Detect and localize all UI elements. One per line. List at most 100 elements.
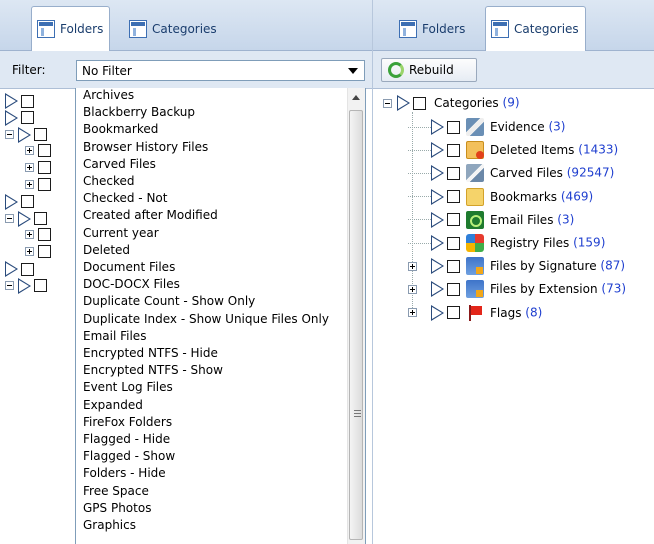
- dropdown-option[interactable]: Carved Files: [83, 157, 156, 172]
- tag-triangle-icon[interactable]: [431, 211, 444, 228]
- collapse-icon[interactable]: [5, 214, 14, 224]
- tag-triangle-icon[interactable]: [431, 188, 444, 205]
- checkbox[interactable]: [34, 279, 47, 293]
- tab-categories-left[interactable]: Categories: [123, 9, 224, 49]
- tag-triangle-icon[interactable]: [431, 142, 444, 159]
- tag-triangle-icon[interactable]: [5, 261, 18, 277]
- dropdown-option[interactable]: Blackberry Backup: [83, 105, 195, 120]
- checkbox[interactable]: [21, 94, 34, 108]
- tag-triangle-icon[interactable]: [18, 210, 31, 227]
- expand-icon[interactable]: [408, 261, 417, 271]
- checkbox[interactable]: [38, 228, 51, 242]
- checkbox[interactable]: [38, 245, 51, 259]
- checkbox[interactable]: [34, 212, 47, 226]
- checkbox[interactable]: [34, 128, 47, 142]
- category-row[interactable]: Evidence (3): [408, 118, 565, 138]
- checkbox[interactable]: [38, 161, 51, 175]
- category-row[interactable]: Bookmarks (469): [408, 187, 593, 208]
- dropdown-option[interactable]: Bookmarked: [83, 122, 158, 137]
- dropdown-option[interactable]: Flagged - Hide: [83, 432, 170, 447]
- tree-row[interactable]: [5, 160, 51, 178]
- dropdown-option[interactable]: Free Space: [83, 484, 149, 499]
- expand-icon[interactable]: [25, 146, 34, 156]
- dropdown-option[interactable]: Document Files: [83, 260, 175, 275]
- tab-categories-right[interactable]: Categories: [485, 6, 586, 51]
- dropdown-option[interactable]: Event Log Files: [83, 380, 173, 395]
- dropdown-option[interactable]: Expanded: [83, 398, 143, 413]
- tree-row[interactable]: [5, 227, 51, 245]
- checkbox[interactable]: [447, 143, 460, 157]
- category-row[interactable]: Flags (8): [408, 304, 542, 324]
- tree-row[interactable]: [5, 261, 34, 279]
- tree-row[interactable]: [5, 210, 47, 229]
- collapse-icon[interactable]: [5, 130, 14, 140]
- checkbox[interactable]: [38, 178, 51, 191]
- tree-row[interactable]: [5, 143, 51, 161]
- scroll-up-arrow-icon[interactable]: [352, 95, 360, 100]
- expand-icon[interactable]: [408, 308, 417, 318]
- dropdown-option[interactable]: Checked - Not: [83, 191, 167, 206]
- dropdown-option[interactable]: Encrypted NTFS - Show: [83, 363, 223, 378]
- checkbox[interactable]: [447, 236, 460, 250]
- checkbox[interactable]: [447, 166, 460, 180]
- expand-icon[interactable]: [25, 247, 34, 257]
- dropdown-option[interactable]: Duplicate Count - Show Only: [83, 294, 255, 309]
- tree-row[interactable]: [5, 193, 34, 212]
- checkbox[interactable]: [447, 190, 460, 204]
- dropdown-option[interactable]: Checked: [83, 174, 135, 189]
- category-row[interactable]: Deleted Items (1433): [408, 141, 618, 161]
- checkbox[interactable]: [21, 262, 34, 276]
- dropdown-option[interactable]: Archives: [83, 88, 134, 103]
- tag-triangle-icon[interactable]: [5, 93, 18, 109]
- dropdown-option[interactable]: Email Files: [83, 329, 146, 344]
- tab-folders-left[interactable]: Folders: [31, 6, 111, 51]
- expand-icon[interactable]: [25, 230, 34, 240]
- scrollbar-thumb[interactable]: [349, 110, 363, 540]
- tag-triangle-icon[interactable]: [5, 109, 18, 126]
- expand-icon[interactable]: [25, 163, 34, 173]
- dropdown-scrollbar[interactable]: [347, 88, 365, 544]
- tag-triangle-icon[interactable]: [5, 193, 18, 210]
- dropdown-arrow-icon[interactable]: [348, 68, 358, 74]
- tag-triangle-icon[interactable]: [431, 281, 444, 298]
- filter-dropdown-list[interactable]: Archives Blackberry Backup Bookmarked Brows…: [75, 88, 366, 544]
- collapse-icon[interactable]: [5, 281, 14, 291]
- checkbox[interactable]: [21, 111, 34, 125]
- tree-row[interactable]: [5, 126, 47, 145]
- category-row[interactable]: Carved Files (92547): [408, 164, 614, 184]
- dropdown-option[interactable]: Deleted: [83, 243, 130, 258]
- checkbox[interactable]: [447, 306, 460, 320]
- dropdown-option[interactable]: DOC-DOCX Files: [83, 277, 180, 292]
- dropdown-option[interactable]: Current year: [83, 226, 159, 241]
- checkbox[interactable]: [38, 144, 51, 158]
- dropdown-option[interactable]: Flagged - Show: [83, 449, 175, 464]
- tab-folders-right[interactable]: Folders: [393, 9, 472, 49]
- dropdown-option[interactable]: Created after Modified: [83, 208, 218, 223]
- dropdown-option[interactable]: FireFox Folders: [83, 415, 172, 430]
- dropdown-option[interactable]: Encrypted NTFS - Hide: [83, 346, 218, 361]
- dropdown-option[interactable]: Browser History Files: [83, 140, 208, 155]
- checkbox[interactable]: [447, 120, 460, 134]
- checkbox[interactable]: [413, 96, 426, 110]
- tree-row[interactable]: [5, 109, 34, 128]
- dropdown-option[interactable]: Duplicate Index - Show Unique Files Only: [83, 312, 329, 327]
- collapse-icon[interactable]: [383, 98, 392, 108]
- filter-dropdown[interactable]: No Filter: [76, 60, 365, 81]
- tree-row[interactable]: [5, 93, 34, 111]
- tree-row[interactable]: [5, 277, 47, 296]
- tag-triangle-icon[interactable]: [431, 119, 444, 135]
- dropdown-option[interactable]: Graphics: [83, 518, 136, 533]
- tag-triangle-icon[interactable]: [431, 165, 444, 182]
- tag-triangle-icon[interactable]: [431, 258, 444, 275]
- expand-icon[interactable]: [408, 284, 417, 294]
- tag-triangle-icon[interactable]: [431, 304, 444, 321]
- tree-row[interactable]: [5, 177, 51, 195]
- category-row[interactable]: Registry Files (159): [408, 234, 605, 254]
- category-row[interactable]: Files by Extension (73): [408, 280, 626, 300]
- checkbox[interactable]: [21, 195, 34, 209]
- tag-triangle-icon[interactable]: [18, 126, 31, 143]
- tag-triangle-icon[interactable]: [397, 95, 410, 111]
- tag-triangle-icon[interactable]: [18, 277, 31, 294]
- checkbox[interactable]: [447, 282, 460, 296]
- tree-row[interactable]: [5, 244, 51, 262]
